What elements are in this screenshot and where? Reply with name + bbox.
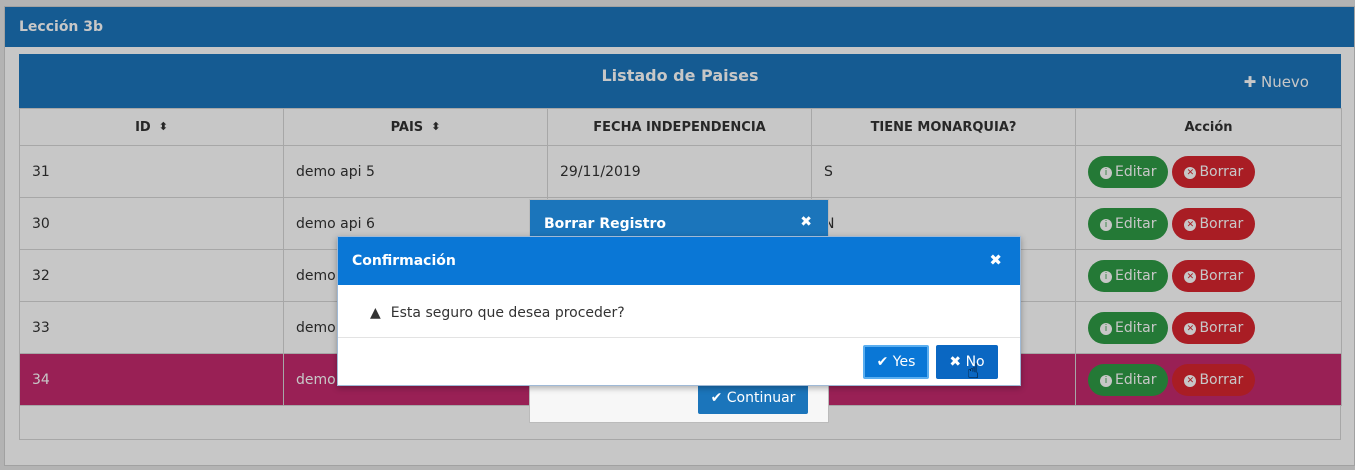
- warning-icon: ▲: [370, 305, 381, 321]
- continue-button[interactable]: ✔ Continuar: [698, 382, 808, 414]
- divider: [338, 337, 1020, 338]
- confirmation-message: ▲ Esta seguro que desea proceder?: [370, 305, 625, 321]
- hand-cursor-icon: ☝: [967, 359, 980, 383]
- yes-button[interactable]: ✔ Yes: [863, 345, 929, 379]
- dialog-title: Confirmación: [338, 237, 1020, 285]
- confirmation-dialog: Confirmación ✖ ▲ Esta seguro que desea pr…: [337, 236, 1021, 386]
- close-icon[interactable]: ✖: [989, 251, 1002, 269]
- dialog-title: Borrar Registro: [530, 200, 828, 238]
- close-icon[interactable]: ✖: [800, 214, 812, 230]
